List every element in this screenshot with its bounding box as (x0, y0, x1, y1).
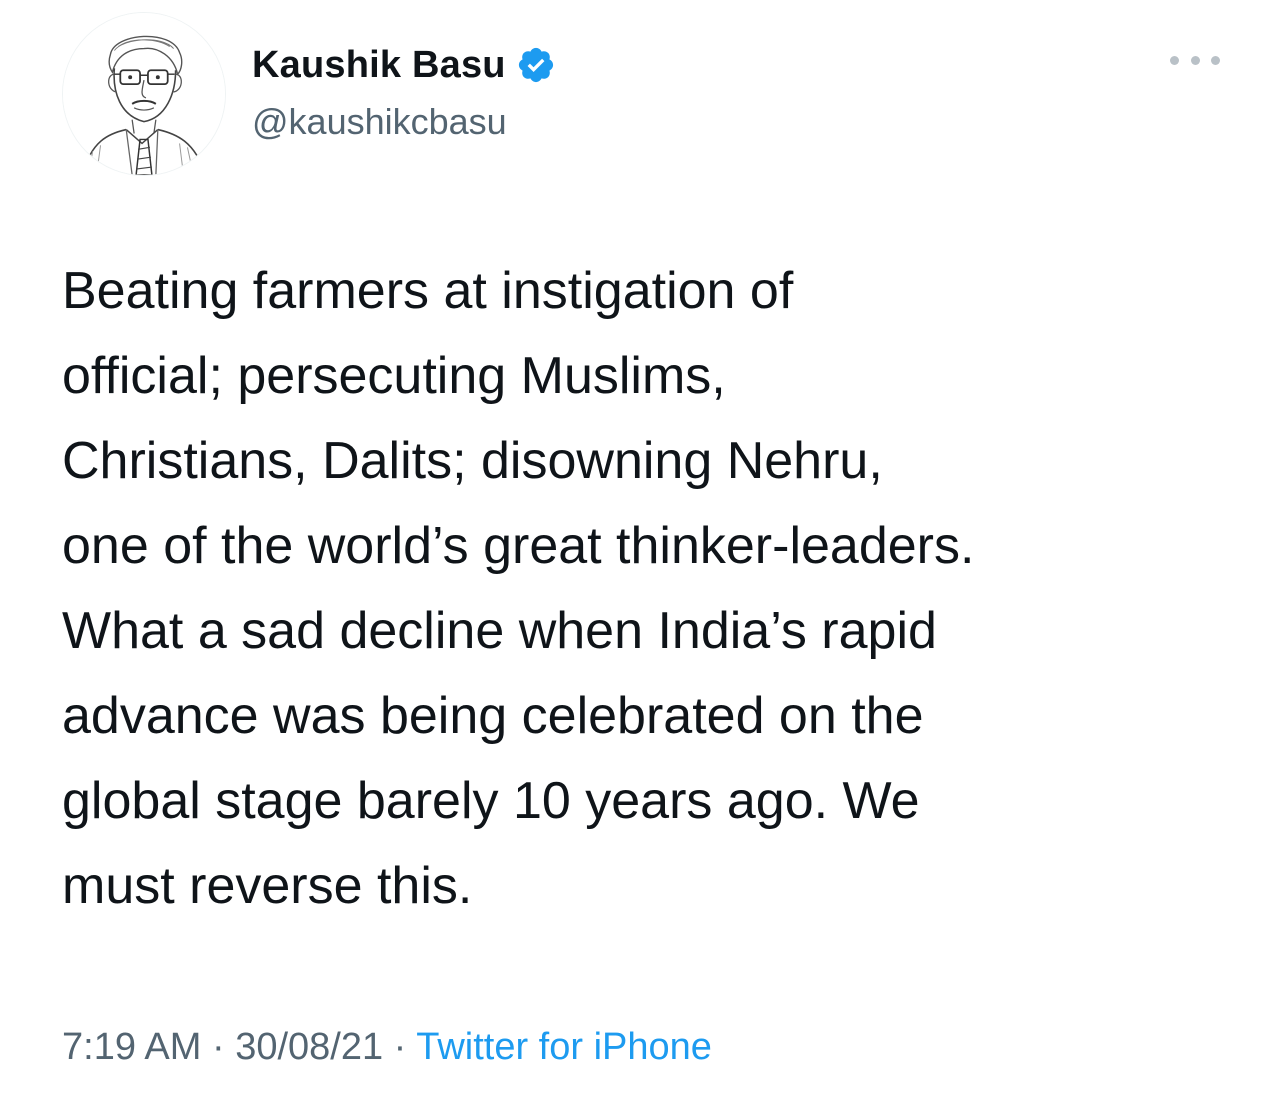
meta-separator: · (201, 1026, 236, 1068)
meta-separator: · (383, 1026, 417, 1068)
sketch-portrait-icon (63, 13, 225, 175)
tweet-card: Kaushik Basu @kaushikcbasu Beating farme… (0, 0, 1282, 1116)
author-name-row: Kaushik Basu (252, 42, 556, 88)
tweet-metadata: 7:19 AM · 30/08/21 · Twitter for iPhone (62, 1022, 712, 1072)
tweet-time[interactable]: 7:19 AM (62, 1026, 201, 1068)
more-dot (1190, 55, 1200, 65)
author-display-name[interactable]: Kaushik Basu (252, 42, 506, 88)
more-dot (1170, 55, 1179, 65)
author-avatar[interactable] (62, 12, 226, 176)
tweet-date[interactable]: 30/08/21 (235, 1026, 383, 1068)
tweet-source-link[interactable]: Twitter for iPhone (416, 1026, 712, 1068)
more-options-icon[interactable] (1170, 50, 1220, 70)
verified-badge-icon (516, 45, 556, 85)
more-dot (1211, 55, 1220, 65)
author-handle[interactable]: @kaushikcbasu (252, 100, 507, 144)
tweet-text: Beating farmers at instigation of offici… (62, 262, 975, 915)
